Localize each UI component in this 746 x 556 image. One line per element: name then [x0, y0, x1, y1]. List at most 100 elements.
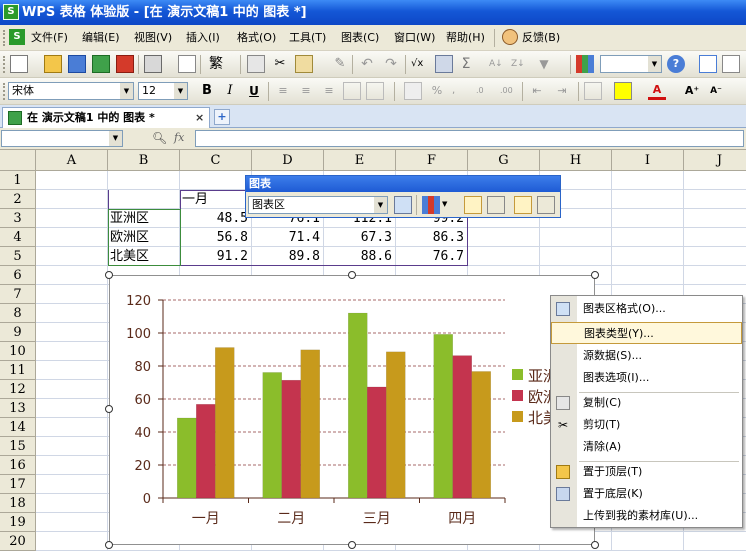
- sort-descending-icon[interactable]: Z↓: [511, 55, 529, 73]
- currency-icon[interactable]: [404, 82, 422, 100]
- italic-button[interactable]: I: [221, 82, 239, 100]
- menu-chart[interactable]: 图表(C): [341, 30, 379, 46]
- cell-c4[interactable]: 56.8: [180, 228, 252, 247]
- cell-c3[interactable]: 48.5: [180, 209, 252, 228]
- row-header-11[interactable]: 11: [0, 361, 36, 380]
- column-header-c[interactable]: C: [180, 150, 252, 171]
- align-left-icon[interactable]: ≡: [274, 82, 292, 100]
- chevron-down-icon[interactable]: ▼: [109, 131, 122, 146]
- column-header-d[interactable]: D: [252, 150, 324, 171]
- traditional-chinese-icon[interactable]: 繁: [207, 55, 225, 73]
- menu-item-format-chart-area[interactable]: 图表区格式(O)...: [551, 298, 742, 320]
- increase-font-icon[interactable]: A⁺: [683, 82, 701, 100]
- search-icon[interactable]: 🔍︎: [152, 131, 167, 145]
- menu-item-chart-type[interactable]: 图表类型(Y)...: [551, 322, 742, 344]
- by-row-icon[interactable]: [514, 196, 532, 214]
- cell-b4[interactable]: 欧洲区: [110, 228, 178, 247]
- menu-item-bring-to-front[interactable]: 置于顶层(T): [551, 461, 742, 483]
- bold-button[interactable]: B: [198, 82, 216, 100]
- chart-element-selector[interactable]: 图表区 ▼: [248, 196, 388, 214]
- legend-toggle-icon[interactable]: [464, 196, 482, 214]
- column-header-e[interactable]: E: [324, 150, 396, 171]
- format-chart-area-icon[interactable]: [394, 196, 412, 214]
- align-right-icon[interactable]: ≡: [320, 82, 338, 100]
- menu-item-upload-to-library[interactable]: 上传到我的素材库(U)...: [551, 505, 742, 527]
- row-header-9[interactable]: 9: [0, 323, 36, 342]
- insert-hyperlink-icon[interactable]: [435, 55, 453, 73]
- menu-item-copy[interactable]: 复制(C): [551, 392, 742, 414]
- name-box[interactable]: ▼: [1, 130, 123, 147]
- fx-icon[interactable]: fx: [174, 131, 184, 144]
- column-header-j[interactable]: J: [684, 150, 746, 171]
- data-table-icon[interactable]: [487, 196, 505, 214]
- row-header-17[interactable]: 17: [0, 475, 36, 494]
- cell-f4[interactable]: 86.3: [396, 228, 468, 247]
- menu-feedback[interactable]: 反馈(B): [522, 30, 560, 46]
- cell-b3[interactable]: 亚洲区: [110, 209, 178, 228]
- help-icon[interactable]: ?: [667, 55, 685, 73]
- increase-decimal-icon[interactable]: .0: [476, 82, 494, 100]
- row-header-18[interactable]: 18: [0, 494, 36, 513]
- format-painter-icon[interactable]: ✎: [331, 55, 349, 73]
- cell-e5[interactable]: 88.6: [324, 247, 396, 266]
- row-header-20[interactable]: 20: [0, 532, 36, 551]
- font-size-combo[interactable]: 12 ▼: [138, 82, 188, 100]
- close-tab-icon[interactable]: ×: [195, 108, 204, 128]
- font-color-icon[interactable]: A: [648, 82, 666, 100]
- document-tab[interactable]: 在 演示文稿1 中的 图表 * ×: [2, 107, 210, 128]
- view-toggle-icon[interactable]: [722, 55, 740, 73]
- decrease-indent-icon[interactable]: ⇤: [528, 82, 546, 100]
- row-header-1[interactable]: 1: [0, 171, 36, 190]
- cell-f5[interactable]: 76.7: [396, 247, 468, 266]
- layout-toggle-icon[interactable]: [699, 55, 717, 73]
- new-file-icon[interactable]: [10, 55, 28, 73]
- menu-window[interactable]: 窗口(W): [394, 30, 435, 46]
- menu-tools[interactable]: 工具(T): [289, 30, 326, 46]
- menu-view[interactable]: 视图(V): [134, 30, 172, 46]
- new-tab-button[interactable]: +: [214, 109, 230, 125]
- formula-input[interactable]: [195, 130, 744, 147]
- select-all-corner[interactable]: [0, 150, 36, 171]
- print-preview-icon[interactable]: [178, 55, 196, 73]
- borders-icon[interactable]: [584, 82, 602, 100]
- row-header-3[interactable]: 3: [0, 209, 36, 228]
- copy-icon[interactable]: [247, 55, 265, 73]
- merge-cells-icon[interactable]: [343, 82, 361, 100]
- row-header-14[interactable]: 14: [0, 418, 36, 437]
- menu-item-cut[interactable]: ✂ 剪切(T): [551, 414, 742, 436]
- filter-icon[interactable]: ▼: [535, 55, 553, 73]
- chevron-down-icon[interactable]: ▼: [442, 200, 447, 208]
- formula-icon[interactable]: √x: [411, 55, 429, 73]
- fill-color-icon[interactable]: [614, 82, 632, 100]
- row-header-5[interactable]: 5: [0, 247, 36, 266]
- row-header-4[interactable]: 4: [0, 228, 36, 247]
- menu-help[interactable]: 帮助(H): [446, 30, 485, 46]
- increase-indent-icon[interactable]: ⇥: [553, 82, 571, 100]
- underline-button[interactable]: U: [245, 82, 263, 100]
- column-header-f[interactable]: F: [396, 150, 468, 171]
- column-header-h[interactable]: H: [540, 150, 612, 171]
- menu-item-chart-options[interactable]: 图表选项(I)...: [551, 367, 742, 389]
- menu-item-send-to-back[interactable]: 置于底层(K): [551, 483, 742, 505]
- column-header-i[interactable]: I: [612, 150, 684, 171]
- column-header-g[interactable]: G: [468, 150, 540, 171]
- row-header-8[interactable]: 8: [0, 304, 36, 323]
- row-header-12[interactable]: 12: [0, 380, 36, 399]
- undo-icon[interactable]: ↶: [358, 55, 376, 73]
- row-header-16[interactable]: 16: [0, 456, 36, 475]
- row-header-7[interactable]: 7: [0, 285, 36, 304]
- row-header-6[interactable]: 6: [0, 266, 36, 285]
- autosum-icon[interactable]: Σ: [457, 55, 475, 73]
- menu-insert[interactable]: 插入(I): [186, 30, 220, 46]
- thousands-icon[interactable]: ,: [452, 82, 470, 100]
- row-header-10[interactable]: 10: [0, 342, 36, 361]
- chart-wizard-icon[interactable]: [576, 55, 594, 73]
- percent-icon[interactable]: %: [428, 82, 446, 100]
- menu-item-clear[interactable]: 清除(A): [551, 436, 742, 458]
- menu-file[interactable]: 文件(F): [31, 30, 68, 46]
- cell-c5[interactable]: 91.2: [180, 247, 252, 266]
- decrease-font-icon[interactable]: A⁻: [707, 82, 725, 100]
- menu-edit[interactable]: 编辑(E): [82, 30, 120, 46]
- by-column-icon[interactable]: [537, 196, 555, 214]
- font-name-combo[interactable]: 宋体 ▼: [8, 82, 134, 100]
